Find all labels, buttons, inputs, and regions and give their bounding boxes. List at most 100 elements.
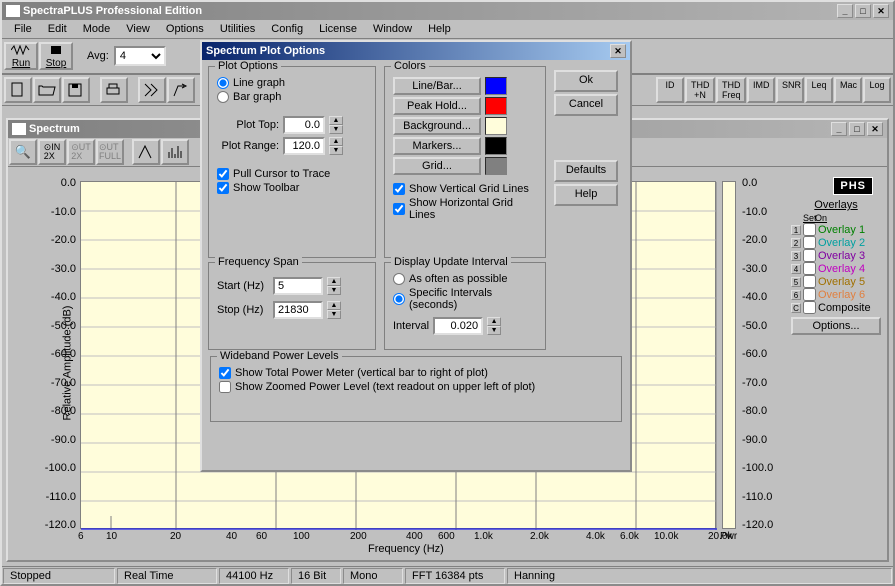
interval-input[interactable] [433,317,483,335]
save-button[interactable] [62,77,90,103]
asap-radio[interactable] [393,273,405,285]
overlay-on-2[interactable] [803,236,816,249]
interval-spinner[interactable]: ▲▼ [487,317,501,335]
bar-graph-radio[interactable] [217,91,229,103]
bars-button[interactable] [161,139,189,165]
spectrum-minimize[interactable]: _ [831,122,847,136]
menu-config[interactable]: Config [263,21,311,37]
show-total-checkbox[interactable] [219,367,231,379]
zoom-in-2x-button[interactable]: ⊙IN2X [38,139,66,165]
overlay-label: Overlay 1 [818,224,865,236]
overlay-set-5[interactable]: 5 [791,277,801,287]
overlay-on-5[interactable] [803,275,816,288]
stop-button[interactable]: Stop [39,42,73,70]
menu-view[interactable]: View [118,21,158,37]
run-button[interactable]: Run [4,42,38,70]
freq-span-legend: Frequency Span [215,256,302,268]
specific-radio[interactable] [393,293,405,305]
fastfwd-button[interactable] [138,77,166,103]
plot-top-spinner[interactable]: ▲▼ [329,116,343,134]
overlay-on-1[interactable] [803,223,816,236]
menu-mode[interactable]: Mode [75,21,119,37]
overlay-row: CComposite [791,301,881,314]
metric-id[interactable]: ID [656,77,684,103]
grid-color-button[interactable]: Grid... [393,157,481,175]
cancel-button[interactable]: Cancel [554,94,618,116]
metric-leq[interactable]: Leq [805,77,833,103]
show-toolbar-checkbox[interactable] [217,182,229,194]
metric-thdn[interactable]: THD +N [685,77,715,103]
peak-button[interactable] [132,139,160,165]
specific-label: Specific Intervals (seconds) [409,287,537,311]
show-hgrid-checkbox[interactable] [393,203,405,215]
menu-help[interactable]: Help [420,21,459,37]
markers-color-button[interactable]: Markers... [393,137,481,155]
overlay-options-button[interactable]: Options... [791,317,881,335]
zoom-button[interactable]: 🔍 [9,139,37,165]
plot-range-spinner[interactable]: ▲▼ [329,137,343,155]
wideband-group: Wideband Power Levels Show Total Power M… [210,356,622,422]
dialog-close[interactable]: ✕ [610,44,626,58]
zoom-out-full-button[interactable]: ⊙UTFULL [96,139,124,165]
linebar-color-button[interactable]: Line/Bar... [393,77,481,95]
overlay-set-1[interactable]: 1 [791,225,801,235]
defaults-button[interactable]: Defaults [554,160,618,182]
pwr-label: Pwr [720,531,737,542]
menu-window[interactable]: Window [365,21,420,37]
show-zoomed-label: Show Zoomed Power Level (text readout on… [235,381,535,393]
plot-range-input[interactable] [283,137,325,155]
metric-log[interactable]: Log [863,77,891,103]
menu-options[interactable]: Options [158,21,212,37]
show-vgrid-checkbox[interactable] [393,183,405,195]
maximize-button[interactable]: □ [855,4,871,18]
overlay-on-c[interactable] [803,301,816,314]
start-hz-spinner[interactable]: ▲▼ [327,277,341,295]
goto-button[interactable] [167,77,195,103]
help-button[interactable]: Help [554,184,618,206]
plot-options-group: Plot Options Line graph Bar graph Plot T… [208,66,376,258]
overlay-set-3[interactable]: 3 [791,251,801,261]
overlay-on-4[interactable] [803,262,816,275]
menu-edit[interactable]: Edit [40,21,75,37]
avg-select[interactable]: 4 [114,46,166,66]
plot-top-input[interactable] [283,116,325,134]
stop-hz-input[interactable] [273,301,323,319]
open-button[interactable] [33,77,61,103]
new-button[interactable] [4,77,32,103]
line-graph-radio[interactable] [217,77,229,89]
y-tick: -90.0 [36,434,76,463]
spectrum-close[interactable]: ✕ [867,122,883,136]
print-button[interactable] [100,77,128,103]
background-color-button[interactable]: Background... [393,117,481,135]
zoom-out-2x-button[interactable]: ⊙UT2X [67,139,95,165]
spectrum-maximize[interactable]: □ [849,122,865,136]
menu-license[interactable]: License [311,21,365,37]
stop-square-icon [49,45,63,55]
metric-mac[interactable]: Mac [834,77,862,103]
metric-snr[interactable]: SNR [776,77,804,103]
overlays-col-on: On [815,213,825,223]
overlay-set-2[interactable]: 2 [791,238,801,248]
status-mode: Real Time [117,568,217,584]
menu-file[interactable]: File [6,21,40,37]
start-hz-input[interactable] [273,277,323,295]
dialog-title: Spectrum Plot Options [206,45,608,57]
overlay-on-6[interactable] [803,288,816,301]
minimize-button[interactable]: _ [837,4,853,18]
metric-thdfreq[interactable]: THD Freq [716,77,746,103]
show-zoomed-checkbox[interactable] [219,381,231,393]
metric-imd[interactable]: IMD [747,77,775,103]
overlay-set-c[interactable]: C [791,303,801,313]
overlay-set-4[interactable]: 4 [791,264,801,274]
status-rate: 44100 Hz [219,568,289,584]
overlay-on-3[interactable] [803,249,816,262]
ok-button[interactable]: Ok [554,70,618,92]
peakhold-color-button[interactable]: Peak Hold... [393,97,481,115]
pull-cursor-checkbox[interactable] [217,168,229,180]
y-tick: -30.0 [742,263,782,292]
close-button[interactable]: ✕ [873,4,889,18]
menu-utilities[interactable]: Utilities [212,21,263,37]
overlay-set-6[interactable]: 6 [791,290,801,300]
stop-hz-spinner[interactable]: ▲▼ [327,301,341,319]
overlay-row: 6Overlay 6 [791,288,881,301]
